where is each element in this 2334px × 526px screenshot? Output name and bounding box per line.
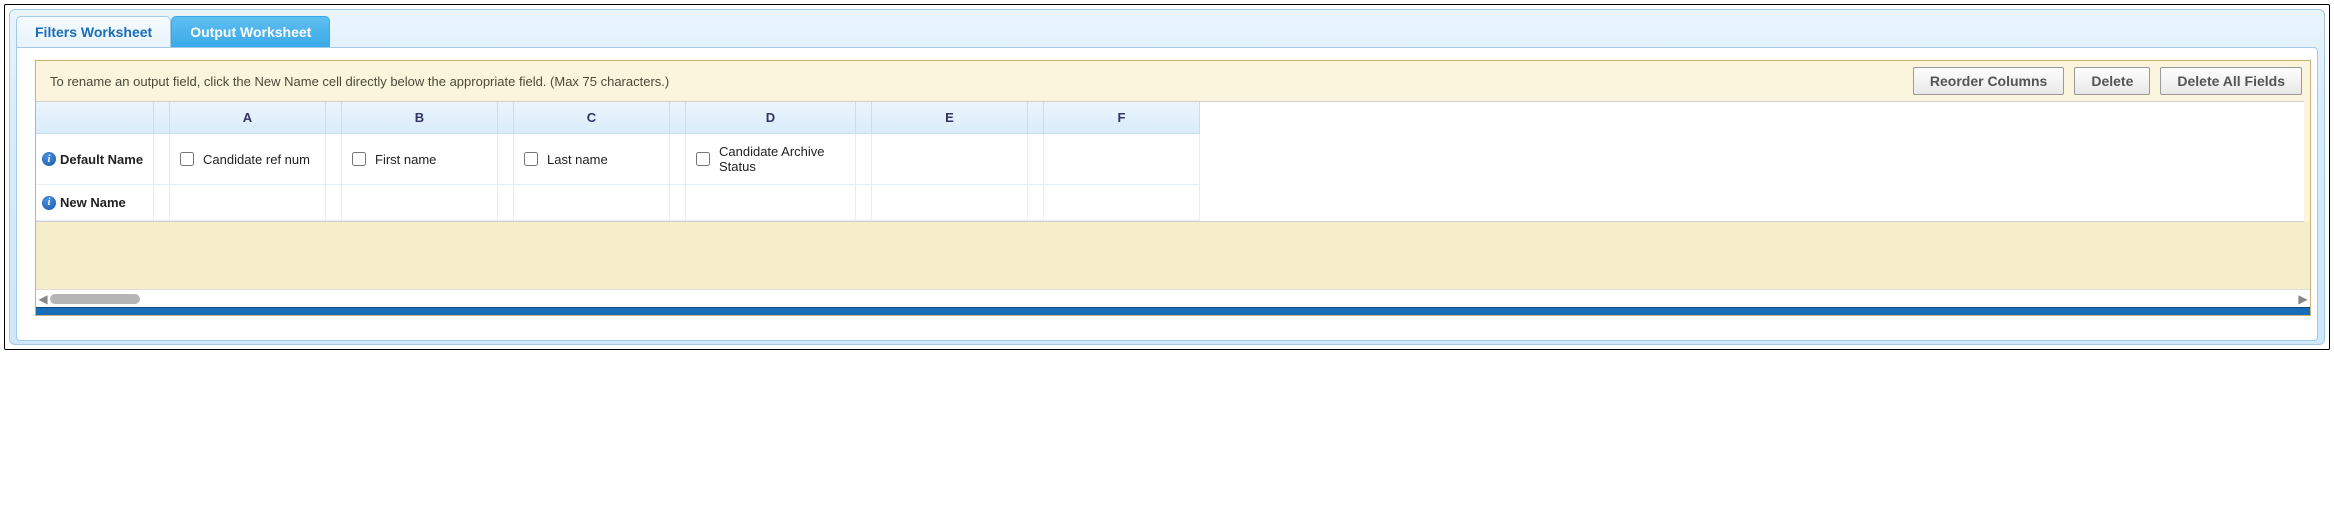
column-header-b[interactable]: B [342, 102, 498, 134]
cell-gap [154, 134, 170, 185]
default-name-value-c: Last name [547, 152, 608, 167]
column-header-c[interactable]: C [514, 102, 670, 134]
row-default-name-label: i Default Name [36, 134, 154, 185]
cell-gap [670, 134, 686, 185]
cell-gap [1028, 185, 1044, 221]
default-name-value-d: Candidate Archive Status [719, 144, 849, 174]
default-name-cell-a[interactable]: Candidate ref num [170, 134, 326, 185]
delete-button[interactable]: Delete [2074, 67, 2150, 95]
new-name-cell-e[interactable] [872, 185, 1028, 221]
new-name-cell-d[interactable] [686, 185, 856, 221]
new-name-cell-c[interactable] [514, 185, 670, 221]
scroll-right-arrow-icon[interactable]: ▶ [2296, 292, 2310, 306]
row-new-name-label: i New Name [36, 185, 154, 221]
header-gap-e [856, 102, 872, 134]
new-name-text: New Name [60, 195, 126, 210]
new-name-cell-a[interactable] [170, 185, 326, 221]
default-name-cell-d[interactable]: Candidate Archive Status [686, 134, 856, 185]
checkbox-field-d[interactable] [696, 152, 710, 166]
info-icon[interactable]: i [42, 196, 56, 210]
worksheet-panel: To rename an output field, click the New… [16, 47, 2318, 341]
new-name-cell-f[interactable] [1044, 185, 1200, 221]
default-name-cell-f[interactable] [1044, 134, 1200, 185]
header-gap-d [670, 102, 686, 134]
scrollbar-thumb[interactable] [50, 294, 140, 304]
cell-gap [498, 134, 514, 185]
grid-wrap: A B C D E F i Defaul [36, 101, 2304, 222]
checkbox-field-a[interactable] [180, 152, 194, 166]
output-worksheet-inner: To rename an output field, click the New… [35, 60, 2311, 316]
default-name-cell-e[interactable] [872, 134, 1028, 185]
default-name-value-a: Candidate ref num [203, 152, 310, 167]
column-header-f[interactable]: F [1044, 102, 1200, 134]
cell-gap [326, 134, 342, 185]
header-gap-c [498, 102, 514, 134]
cell-gap [1028, 134, 1044, 185]
tab-output-worksheet[interactable]: Output Worksheet [171, 16, 330, 47]
checkbox-field-b[interactable] [352, 152, 366, 166]
default-name-value-b: First name [375, 152, 436, 167]
toolbar: To rename an output field, click the New… [36, 61, 2310, 101]
column-header-d[interactable]: D [686, 102, 856, 134]
cell-gap [154, 185, 170, 221]
output-grid: A B C D E F i Defaul [36, 102, 2304, 221]
delete-all-fields-button[interactable]: Delete All Fields [2160, 67, 2302, 95]
grid-empty-area [36, 222, 2310, 289]
header-gap-f [1028, 102, 1044, 134]
worksheet-frame: Filters Worksheet Output Worksheet To re… [9, 9, 2325, 345]
default-name-text: Default Name [60, 152, 143, 167]
horizontal-scrollbar[interactable]: ◀ ▶ [36, 289, 2310, 307]
instruction-text: To rename an output field, click the New… [44, 74, 669, 89]
tab-filters-worksheet[interactable]: Filters Worksheet [16, 16, 171, 47]
scrollbar-track[interactable] [50, 294, 2296, 304]
scroll-left-arrow-icon[interactable]: ◀ [36, 292, 50, 306]
info-icon[interactable]: i [42, 152, 56, 166]
header-gap-a [154, 102, 170, 134]
column-header-a[interactable]: A [170, 102, 326, 134]
cell-gap [498, 185, 514, 221]
column-header-e[interactable]: E [872, 102, 1028, 134]
header-rowlabel-blank [36, 102, 154, 134]
reorder-columns-button[interactable]: Reorder Columns [1913, 67, 2064, 95]
default-name-cell-b[interactable]: First name [342, 134, 498, 185]
new-name-cell-b[interactable] [342, 185, 498, 221]
cell-gap [326, 185, 342, 221]
cell-gap [856, 185, 872, 221]
app-window: Filters Worksheet Output Worksheet To re… [4, 4, 2330, 350]
cell-gap [670, 185, 686, 221]
tab-bar: Filters Worksheet Output Worksheet [10, 10, 2324, 47]
checkbox-field-c[interactable] [524, 152, 538, 166]
default-name-cell-c[interactable]: Last name [514, 134, 670, 185]
header-gap-b [326, 102, 342, 134]
footer-accent-bar [36, 307, 2310, 315]
cell-gap [856, 134, 872, 185]
